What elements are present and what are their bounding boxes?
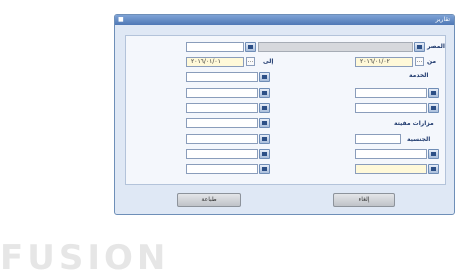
left-lookup-button-5[interactable] <box>259 134 270 144</box>
right-lookup-button-1[interactable] <box>428 88 439 98</box>
left-lookup-button-4[interactable] <box>259 118 270 128</box>
left-field-2[interactable] <box>186 88 258 98</box>
service-label: الخدمة <box>409 72 429 79</box>
center-name-field <box>258 42 413 52</box>
right-field-1[interactable] <box>355 88 427 98</box>
left-field-5[interactable] <box>186 134 258 144</box>
benefits-label: مزارات مفيتة <box>394 120 434 127</box>
list-icon <box>431 167 436 171</box>
right-field-4[interactable] <box>355 164 427 174</box>
date-to-picker-button[interactable]: ... <box>246 57 255 66</box>
left-field-4[interactable] <box>186 118 258 128</box>
list-icon <box>262 106 267 110</box>
list-icon <box>417 45 422 49</box>
date-from-field[interactable]: ٢٠١٦/٠١/٠٢ <box>355 57 413 67</box>
list-icon <box>262 75 267 79</box>
list-icon <box>262 167 267 171</box>
right-lookup-button-4[interactable] <box>428 164 439 174</box>
filter-panel: المصر ٢٠١٦/٠١/٠١ ... إلى ٢٠١٦/٠١/٠٢ ... … <box>125 35 446 185</box>
left-lookup-button-2[interactable] <box>259 88 270 98</box>
report-dialog: ■ تقارير المصر ٢٠١٦/٠١/٠١ ... إلى ٢٠١٦/٠… <box>114 14 455 215</box>
title-bar: ■ تقارير <box>115 15 454 25</box>
print-button[interactable]: طباعة <box>177 193 241 207</box>
right-lookup-button-2[interactable] <box>428 103 439 113</box>
date-to-field[interactable]: ٢٠١٦/٠١/٠١ <box>186 57 244 67</box>
left-lookup-button-7[interactable] <box>259 164 270 174</box>
watermark-logo: FUSION <box>0 238 170 278</box>
center-lookup-button[interactable] <box>414 42 425 52</box>
date-from-label: من <box>427 58 437 65</box>
list-icon <box>262 152 267 156</box>
left-lookup-button-6[interactable] <box>259 149 270 159</box>
date-from-picker-button[interactable]: ... <box>415 57 424 66</box>
center-code-field[interactable] <box>186 42 244 52</box>
left-field-6[interactable] <box>186 149 258 159</box>
cancel-button[interactable]: إلغاء <box>333 193 395 207</box>
date-to-label: إلى <box>263 58 274 65</box>
list-icon <box>262 137 267 141</box>
list-icon <box>262 121 267 125</box>
list-icon <box>431 106 436 110</box>
list-icon <box>262 91 267 95</box>
list-icon <box>248 45 253 49</box>
left-field-3[interactable] <box>186 103 258 113</box>
nationality-field[interactable] <box>355 134 401 144</box>
list-icon <box>431 152 436 156</box>
center-code-lookup-button[interactable] <box>245 42 256 52</box>
left-lookup-button-1[interactable] <box>259 72 270 82</box>
window-icon[interactable]: ■ <box>118 16 124 23</box>
center-label: المصر <box>427 43 445 50</box>
list-icon <box>431 91 436 95</box>
right-field-2[interactable] <box>355 103 427 113</box>
right-lookup-button-3[interactable] <box>428 149 439 159</box>
left-field-1[interactable] <box>186 72 258 82</box>
left-lookup-button-3[interactable] <box>259 103 270 113</box>
nationality-label: الجنسية <box>407 136 431 143</box>
window-title: تقارير <box>435 16 450 23</box>
left-field-7[interactable] <box>186 164 258 174</box>
right-field-3[interactable] <box>355 149 427 159</box>
